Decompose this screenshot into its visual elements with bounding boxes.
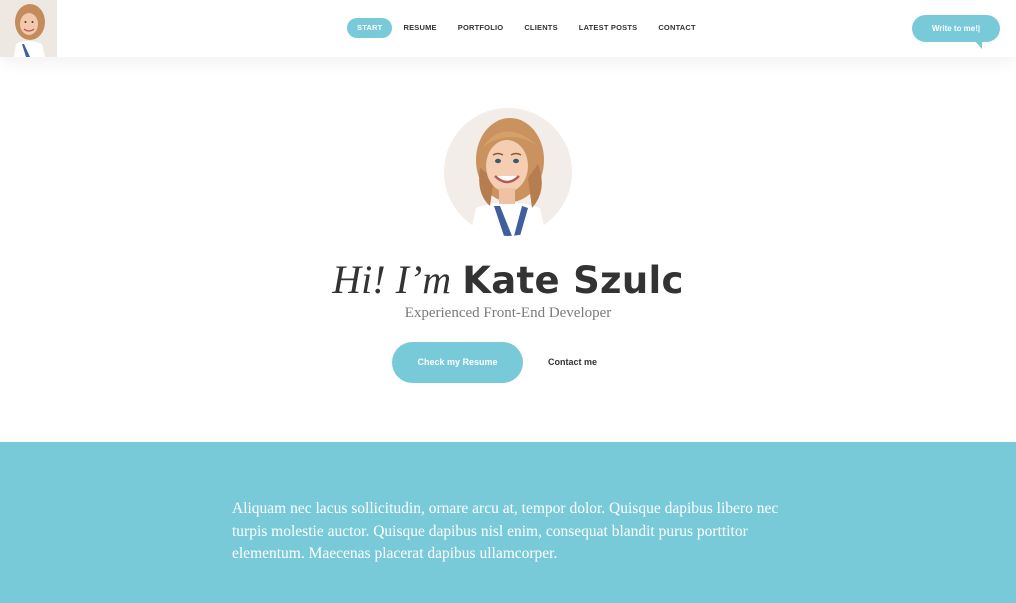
person-photo-icon — [0, 0, 57, 57]
profile-avatar — [444, 108, 572, 236]
contact-me-link[interactable]: Contact me — [548, 342, 597, 383]
person-photo-icon — [444, 108, 572, 236]
intro-band: Aliquam nec lacus sollicitudin, ornare a… — [0, 442, 1016, 603]
intro-paragraph: Aliquam nec lacus sollicitudin, ornare a… — [232, 500, 779, 562]
greeting-text: Hi! I’m — [332, 257, 452, 302]
hero-subtitle: Experienced Front-End Developer — [404, 305, 612, 321]
logo-avatar[interactable] — [0, 0, 57, 57]
nav-item-clients[interactable]: CLIENTS — [514, 18, 567, 38]
hero-section: Hi! I’m Kate Szulc Experienced Front-End… — [0, 57, 1016, 442]
nav-item-portfolio[interactable]: PORTFOLIO — [448, 18, 514, 38]
person-name: Kate Szulc — [462, 259, 684, 302]
check-resume-button[interactable]: Check my Resume — [392, 342, 523, 383]
hero-headline: Hi! I’m Kate Szulc — [0, 256, 1016, 305]
nav-item-resume[interactable]: RESUME — [393, 18, 446, 38]
write-to-me-label: Write to me!| — [931, 24, 981, 33]
speech-bubble-tail — [974, 40, 982, 49]
nav-item-contact[interactable]: CONTACT — [648, 18, 706, 38]
nav-item-start[interactable]: START — [347, 18, 393, 38]
main-nav: START RESUME PORTFOLIO CLIENTS LATEST PO… — [347, 18, 706, 38]
nav-item-latest-posts[interactable]: LATEST POSTS — [569, 18, 648, 38]
write-to-me-button[interactable]: Write to me!| — [912, 15, 1000, 49]
top-bar: START RESUME PORTFOLIO CLIENTS LATEST PO… — [0, 0, 1016, 57]
